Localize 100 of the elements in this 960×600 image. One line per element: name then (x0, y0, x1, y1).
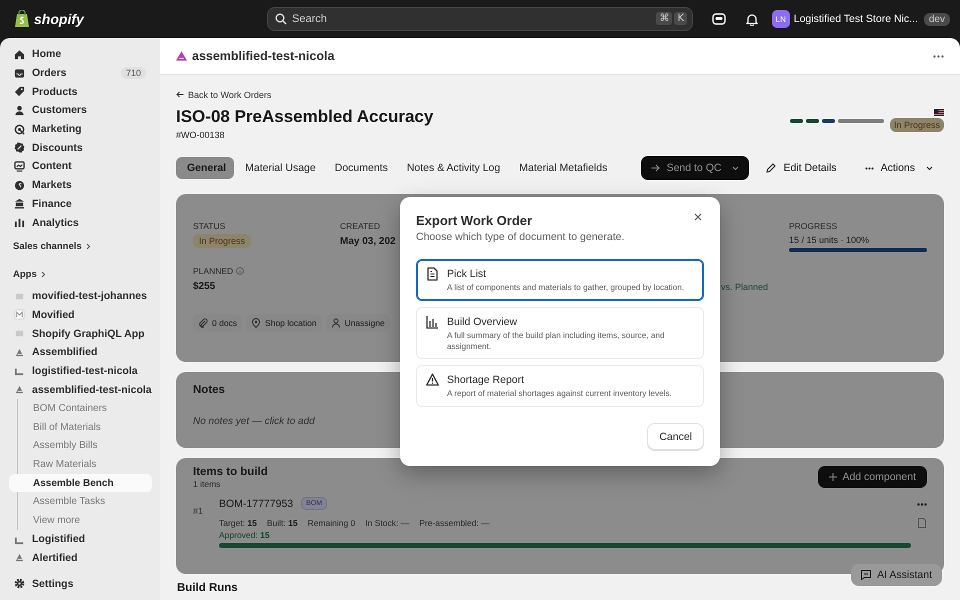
tab[interactable]: Documents (324, 157, 396, 179)
field-label: STATUS (193, 221, 226, 231)
tab[interactable]: General (176, 157, 234, 179)
notes-placeholder[interactable]: No notes yet — click to add (193, 416, 315, 427)
field-value: $255 (193, 281, 216, 292)
field-label: PLANNED (193, 266, 234, 276)
more-icon (933, 54, 944, 58)
gear-icon (14, 578, 25, 590)
nav-item[interactable]: Customers (8, 101, 152, 120)
app-item[interactable]: movified-test-johannes (8, 286, 152, 306)
tab[interactable]: Material Usage (234, 157, 324, 179)
option-description: A list of components and materials to gather, grouped by location. (447, 283, 686, 294)
close-icon (694, 213, 702, 221)
nav-item[interactable]: Discounts (8, 138, 152, 158)
nav-item[interactable]: Home (8, 45, 152, 64)
option-title: Build Overview (447, 316, 518, 328)
dialog-title: Export Work Order (416, 213, 532, 228)
variance-text: vs. Planned (720, 282, 768, 292)
sub-nav-item[interactable]: Assembly Bills (9, 436, 152, 456)
home-icon (14, 48, 25, 60)
nav-item[interactable]: Marketing (8, 120, 152, 138)
option-title: Pick List (447, 268, 488, 280)
app-icon (14, 346, 25, 358)
badge-icon (14, 142, 25, 154)
sub-nav-item[interactable]: Bill of Materials (9, 418, 152, 436)
warning-icon (426, 373, 439, 388)
more-icon (917, 503, 927, 506)
app-icon (14, 328, 25, 340)
arrow-right-icon (650, 164, 660, 172)
keyboard-key: ⌘ (656, 12, 672, 25)
nav-item[interactable]: Analytics (8, 213, 152, 232)
plus-icon (829, 473, 838, 481)
tab[interactable]: Material Metafields (508, 157, 616, 179)
edit-button[interactable]: Edit Details (755, 156, 848, 180)
item-name: BOM-17777953 (219, 498, 294, 510)
nav-item[interactable]: Finance (8, 194, 152, 214)
app-item[interactable]: Logistified (8, 530, 152, 548)
app-icon (14, 384, 25, 396)
sub-nav-item[interactable]: Raw Materials (9, 455, 152, 474)
app-item[interactable]: Movified (8, 306, 152, 324)
info-icon (236, 267, 244, 275)
option-title: Shortage Report (447, 374, 526, 386)
section-title: Items to build (193, 466, 268, 478)
field-value: May 03, 202 (340, 236, 396, 247)
dialog-subtitle: Choose which type of document to generate. (416, 231, 626, 243)
app-item[interactable]: Alertified (8, 548, 152, 568)
add-component-button[interactable]: Add component (818, 466, 927, 488)
field-label: CREATED (340, 221, 380, 231)
app-icon (14, 552, 25, 564)
apps-label: Apps (13, 269, 37, 280)
nav-item[interactable]: Markets (8, 176, 152, 194)
pin-icon (251, 318, 262, 328)
cancel-button[interactable]: Cancel (647, 423, 704, 450)
sub-nav-item[interactable]: Assemble Bench (9, 474, 152, 492)
app-logo-icon (176, 51, 187, 61)
bank-icon (14, 198, 25, 210)
close-button[interactable] (692, 211, 704, 223)
document-option[interactable]: Pick List A list of components and materials to gather, grouped by location. (416, 259, 704, 301)
section-heading[interactable]: Sales channels (8, 238, 152, 255)
chat-icon (861, 570, 872, 580)
globe-icon (14, 180, 25, 191)
sub-nav-item[interactable]: Assemble Tasks (9, 492, 152, 512)
field-label: PROGRESS (789, 221, 838, 231)
field-value: 15 / 15 units · 100% (789, 235, 870, 245)
pencil-icon (766, 163, 776, 173)
tab[interactable]: Notes & Activity Log (396, 157, 508, 179)
section-heading[interactable]: Apps (8, 266, 152, 283)
app-item[interactable]: Shopify GraphiQL App (8, 324, 152, 343)
nav-item[interactable]: Orders 710 (8, 64, 152, 82)
app-item[interactable]: assemblified-test-nicola (8, 380, 152, 399)
nav-item[interactable]: Settings (8, 574, 152, 593)
sub-nav-item[interactable]: View more (9, 511, 152, 530)
option-description: A report of material shortages against current inventory levels. (447, 389, 673, 400)
app-item[interactable]: logistified-test-nicola (8, 362, 152, 380)
sub-nav-item[interactable]: BOM Containers (9, 399, 152, 418)
bar-chart-icon (14, 217, 25, 228)
actions-button[interactable]: Actions (854, 156, 944, 180)
back-link[interactable]: Back to Work Orders (176, 88, 272, 100)
send-button[interactable]: Send to QC (640, 156, 750, 180)
row-index: #1 (193, 505, 204, 518)
store-name[interactable]: Logistified Test Store Nic... (794, 13, 918, 25)
document-option[interactable]: Build Overview A full summary of the build plan including items, source, and assignment. (416, 307, 704, 360)
info-chip[interactable]: Unassigne (326, 314, 390, 332)
document-option[interactable]: Shortage Report A report of material shortages against current inventory levels. (416, 365, 704, 408)
inbox-icon (14, 68, 25, 79)
item-stat: Remaining 0 (308, 518, 356, 528)
status-badge: In Progress (193, 234, 252, 248)
nav-item[interactable]: Content (8, 157, 152, 176)
monitor-icon (14, 160, 25, 172)
nav-item[interactable]: Products (8, 82, 152, 102)
info-chip[interactable]: Shop location (246, 314, 322, 332)
document-icon (426, 267, 439, 281)
sales-channels-label: Sales channels (13, 241, 82, 252)
more-icon (864, 166, 874, 170)
chevron-down-icon (732, 166, 740, 170)
info-chip[interactable]: 0 docs (193, 314, 242, 332)
app-icon (14, 309, 25, 320)
ai-assistant-button[interactable]: AI Assistant (851, 564, 942, 586)
app-item[interactable]: Assemblified (8, 342, 152, 362)
approved-count: Approved: 15 (219, 530, 270, 540)
